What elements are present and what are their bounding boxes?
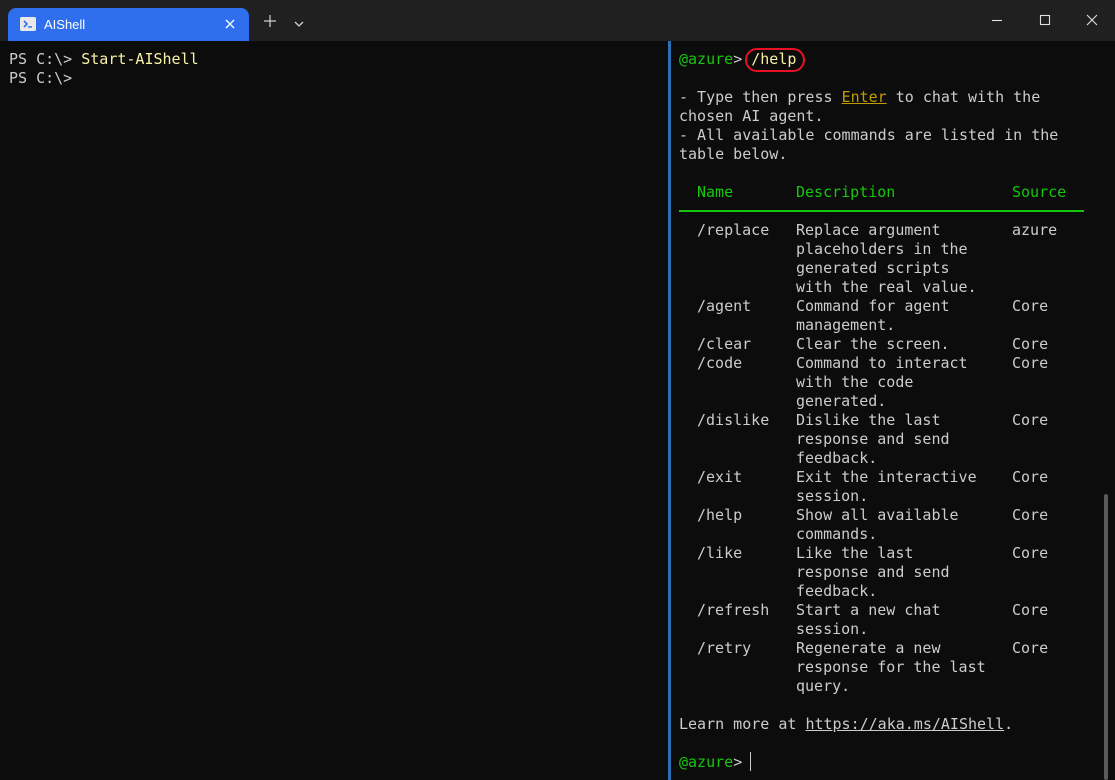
header-name: Name	[697, 183, 734, 201]
table-header-rule	[679, 210, 1084, 212]
command-source: Core	[1012, 411, 1049, 429]
scrollbar[interactable]	[1104, 494, 1108, 780]
prompt-separator: >	[733, 753, 752, 771]
close-icon[interactable]	[1084, 12, 1100, 28]
command-name: /replace	[697, 221, 770, 239]
command-text: Start-AIShell	[81, 50, 199, 68]
command-description: Start a new chat	[796, 601, 941, 619]
command-description: Like the last	[796, 544, 914, 562]
command-name: /exit	[697, 468, 743, 486]
command-description: Show all available	[796, 506, 959, 524]
command-description: management.	[796, 316, 896, 334]
command-source: Core	[1012, 544, 1049, 562]
command-source: Core	[1012, 639, 1049, 657]
agent-prompt: @azure	[679, 50, 734, 68]
command-name: /dislike	[697, 411, 770, 429]
command-name: /clear	[697, 335, 752, 353]
tab-title: AIShell	[44, 17, 86, 32]
command-description: Regenerate a new	[796, 639, 941, 657]
command-name: /agent	[697, 297, 752, 315]
command-description: Clear the screen.	[796, 335, 950, 353]
header-source: Source	[1012, 183, 1067, 201]
close-tab-icon[interactable]	[223, 16, 237, 30]
command-source: Core	[1012, 601, 1049, 619]
text-cursor	[750, 752, 751, 771]
command-source: Core	[1012, 468, 1049, 486]
left-terminal-pane[interactable]: PS C:\> Start-AIShell PS C:\>	[0, 41, 668, 780]
intro-line: table below.	[679, 145, 788, 163]
command-description: generated.	[796, 392, 887, 410]
command-description: Replace argument	[796, 221, 941, 239]
command-description: placeholders in the	[796, 240, 968, 258]
maximize-icon[interactable]	[1037, 12, 1053, 28]
command-description: Command for agent	[796, 297, 950, 315]
intro-text: - Type then press	[679, 88, 842, 106]
minimize-icon[interactable]	[989, 12, 1005, 28]
tab-aishell[interactable]: AIShell	[8, 8, 249, 41]
plus-icon[interactable]	[262, 13, 278, 29]
command-name: /like	[697, 544, 743, 562]
command-description: commands.	[796, 525, 878, 543]
ps-prompt: PS C:\>	[9, 50, 82, 68]
intro-line: - Type then press Enter to chat with the	[679, 88, 1040, 107]
help-highlight	[745, 48, 805, 72]
command-name: /help	[697, 506, 743, 524]
command-description: response for the last	[796, 658, 986, 676]
chevron-down-icon[interactable]	[292, 15, 306, 27]
command-source: azure	[1012, 221, 1058, 239]
command-name: /code	[697, 354, 743, 372]
agent-prompt: @azure	[679, 753, 734, 771]
intro-line: chosen AI agent.	[679, 107, 824, 125]
learn-more-period: .	[1004, 715, 1014, 733]
learn-more-text: Learn more at	[679, 715, 806, 733]
header-description: Description	[796, 183, 896, 201]
command-description: generated scripts	[796, 259, 950, 277]
command-description: feedback.	[796, 449, 878, 467]
ps-prompt: PS C:\>	[9, 69, 82, 87]
command-name: /retry	[697, 639, 752, 657]
command-source: Core	[1012, 335, 1049, 353]
final-prompt-line: @azure>	[679, 753, 751, 772]
command-source: Core	[1012, 297, 1049, 315]
terminal-line: PS C:\> Start-AIShell	[9, 50, 199, 69]
command-source: Core	[1012, 354, 1049, 372]
aishell-link[interactable]: https://aka.ms/AIShell	[805, 715, 1004, 733]
intro-text: to chat with the	[886, 88, 1041, 106]
terminal-line: PS C:\>	[9, 69, 81, 88]
command-description: with the code	[796, 373, 914, 391]
command-source: Core	[1012, 506, 1049, 524]
command-description: session.	[796, 487, 869, 505]
command-description: session.	[796, 620, 869, 638]
learn-more-line: Learn more at https://aka.ms/AIShell.	[679, 715, 1013, 734]
powershell-icon	[20, 17, 36, 31]
command-description: Dislike the last	[796, 411, 941, 429]
command-description: response and send	[796, 563, 950, 581]
command-name: /refresh	[697, 601, 770, 619]
title-bar: AIShell	[0, 0, 1115, 41]
command-description: with the real value.	[796, 278, 977, 296]
command-description: feedback.	[796, 582, 878, 600]
command-description: Command to interact	[796, 354, 968, 372]
enter-key: Enter	[841, 88, 887, 106]
command-description: Exit the interactive	[796, 468, 977, 486]
command-description: query.	[796, 677, 851, 695]
intro-line: - All available commands are listed in t…	[679, 126, 1059, 144]
command-description: response and send	[796, 430, 950, 448]
